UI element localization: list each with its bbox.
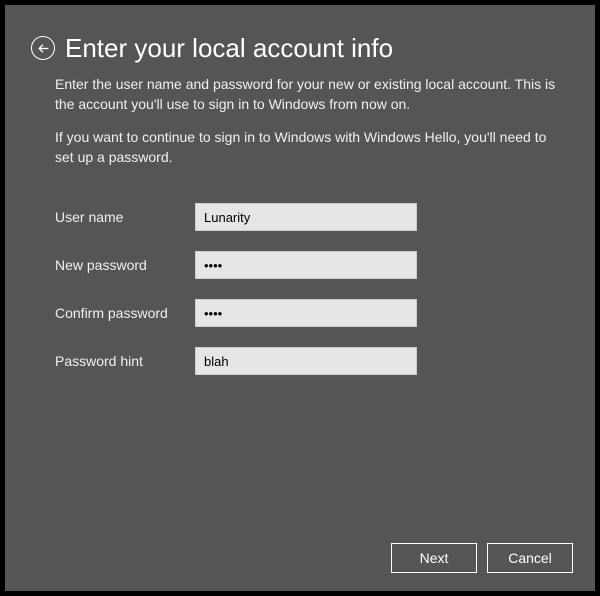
new-password-row: New password — [55, 251, 569, 279]
confirm-password-input[interactable] — [195, 299, 417, 327]
page-title: Enter your local account info — [65, 35, 393, 61]
username-row: User name — [55, 203, 569, 231]
username-label: User name — [55, 209, 195, 225]
dialog-header: Enter your local account info — [31, 35, 569, 61]
confirm-password-row: Confirm password — [55, 299, 569, 327]
intro-paragraph-2: If you want to continue to sign in to Wi… — [55, 128, 559, 167]
confirm-password-label: Confirm password — [55, 305, 195, 321]
hint-input[interactable] — [195, 347, 417, 375]
local-account-dialog: Enter your local account info Enter the … — [5, 5, 595, 591]
new-password-input[interactable] — [195, 251, 417, 279]
hint-row: Password hint — [55, 347, 569, 375]
cancel-button[interactable]: Cancel — [487, 543, 573, 573]
new-password-label: New password — [55, 257, 195, 273]
next-button[interactable]: Next — [391, 543, 477, 573]
account-form: User name New password Confirm password … — [55, 203, 569, 395]
back-arrow-icon — [37, 42, 50, 55]
intro-paragraph-1: Enter the user name and password for you… — [55, 75, 559, 114]
dialog-footer: Next Cancel — [391, 543, 573, 573]
username-input[interactable] — [195, 203, 417, 231]
hint-label: Password hint — [55, 353, 195, 369]
back-button[interactable] — [31, 36, 55, 60]
